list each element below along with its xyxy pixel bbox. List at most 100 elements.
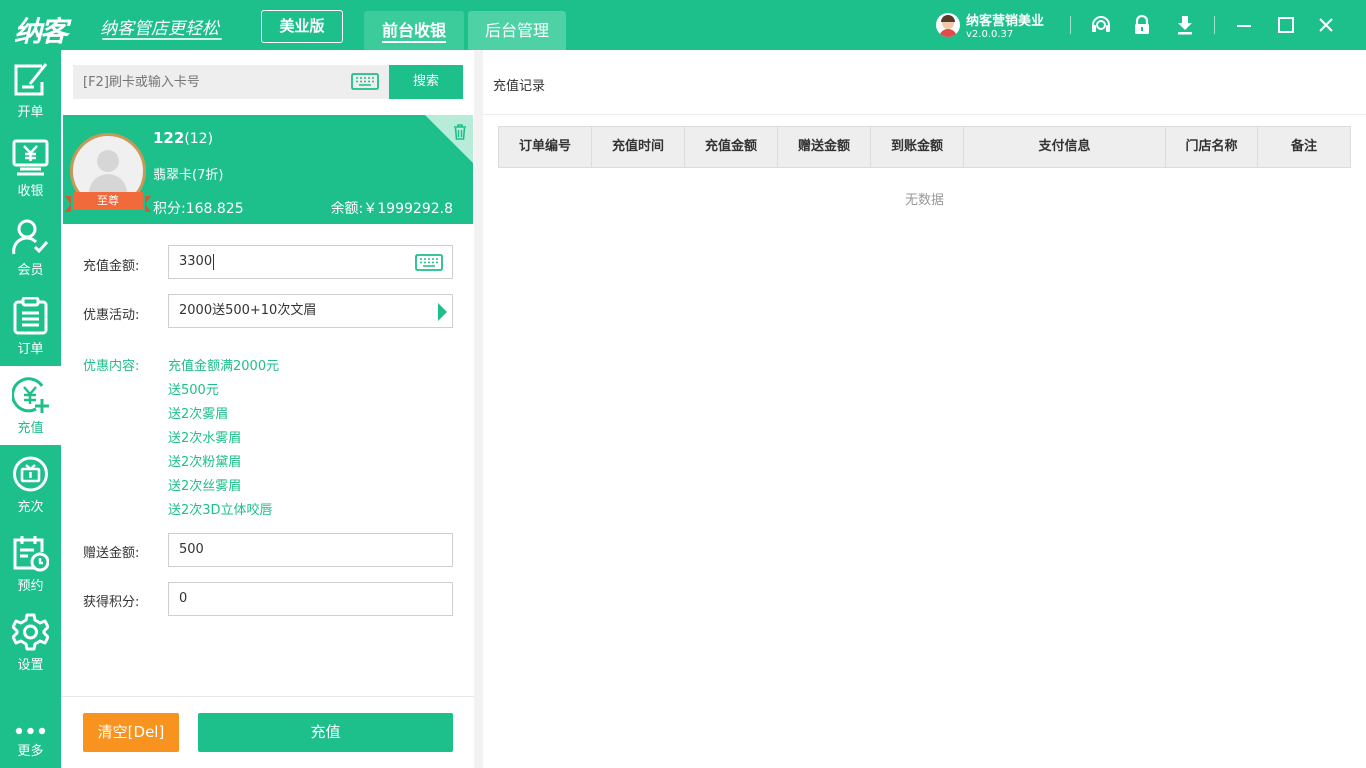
nav-item-open-order[interactable]: 开单	[0, 50, 61, 129]
promo-content-item: 充值金额满2000元	[168, 359, 280, 374]
column-header: 充值金额	[685, 127, 778, 167]
nav-item-label: 开单	[17, 105, 44, 120]
nav-item-label: 预约	[17, 579, 44, 594]
minimize-icon[interactable]	[1232, 13, 1256, 37]
promo-select[interactable]: 2000送500+10次文眉	[168, 294, 453, 328]
promo-content-item: 送2次水雾眉	[168, 431, 242, 446]
close-icon[interactable]	[1314, 13, 1338, 37]
left-nav: 开单 收银 会员 订单 充值 充次 预约 设置 更多	[0, 50, 61, 768]
bonus-label: 赠送金额:	[83, 546, 140, 561]
promo-content-item: 送2次丝雾眉	[168, 479, 242, 494]
member-name: 122(12)	[153, 129, 213, 147]
tab-back-office[interactable]: 后台管理	[468, 11, 566, 50]
user-avatar[interactable]	[936, 13, 960, 37]
search-box	[73, 65, 389, 99]
clear-button[interactable]: 清空[Del]	[83, 713, 179, 752]
top-separator	[1214, 16, 1215, 34]
promo-content-item: 送2次雾眉	[168, 407, 229, 422]
recharge-records-panel: 充值记录 订单编号 充值时间 充值金额 赠送金额 到账金额 支付信息 门店名称 …	[483, 50, 1366, 768]
promo-content-item: 送500元	[168, 383, 219, 398]
tab-front-cashier[interactable]: 前台收银	[364, 11, 464, 50]
column-header: 赠送金额	[778, 127, 871, 167]
promo-content-item: 送2次粉黛眉	[168, 455, 242, 470]
nav-item-appointment[interactable]: 预约	[0, 524, 61, 603]
maximize-icon[interactable]	[1274, 13, 1298, 37]
member-card[interactable]: 至尊 122(12) 翡翠卡(7折) 积分:168.825 余额:￥199929…	[63, 115, 473, 224]
records-table-header: 订单编号 充值时间 充值金额 赠送金额 到账金额 支付信息 门店名称 备注	[498, 126, 1351, 168]
app-version: v2.0.0.37	[966, 29, 1014, 40]
panel-divider	[474, 50, 483, 768]
column-header: 支付信息	[964, 127, 1166, 167]
amount-value: 3300	[179, 254, 213, 269]
divider	[483, 114, 1366, 115]
download-icon[interactable]	[1173, 13, 1197, 37]
column-header: 备注	[1290, 139, 1317, 154]
edit-icon	[14, 63, 48, 96]
earn-points-value: 0	[179, 591, 188, 606]
app-slogan: 纳客管店更轻松	[100, 19, 219, 39]
recharge-panel: 搜索 至尊 122(12) 翡翠卡(7折) 积分:168.825 余额:￥199…	[61, 50, 474, 768]
trash-icon[interactable]	[453, 124, 467, 140]
nav-item-label: 订单	[17, 342, 44, 357]
nav-item-label: 充次	[17, 500, 44, 515]
nav-item-orders[interactable]: 订单	[0, 287, 61, 366]
triangle-right-icon[interactable]	[438, 303, 447, 321]
nav-item-label: 收银	[17, 184, 44, 199]
user-name[interactable]: 纳客营销美业	[966, 10, 1044, 29]
card-search-input[interactable]	[73, 65, 343, 99]
nav-item-cashier[interactable]: 收银	[0, 129, 61, 208]
records-title: 充值记录	[493, 79, 546, 94]
top-bar: 纳客 纳客管店更轻松 美业版 前台收银 后台管理 纳客营销美业 v2.0.0.3…	[0, 0, 1366, 50]
empty-state: 无数据	[904, 193, 944, 208]
nav-item-recharge[interactable]: 充值	[0, 366, 61, 445]
earn-points-input[interactable]: 0	[168, 582, 453, 616]
column-header: 订单编号	[499, 127, 592, 167]
bonus-value: 500	[179, 542, 204, 557]
slogan-underline	[102, 38, 222, 40]
nav-item-label: 更多	[17, 744, 44, 759]
column-header: 到账金额	[871, 127, 964, 167]
promo-content-item: 送2次3D立体咬唇	[168, 503, 273, 518]
keyboard-icon[interactable]	[351, 73, 379, 90]
nav-item-more[interactable]: 更多	[0, 689, 61, 768]
tab-back-office-label: 后台管理	[484, 21, 549, 40]
nav-item-label: 设置	[17, 658, 44, 673]
member-points: 积分:168.825	[153, 201, 244, 217]
search-button[interactable]: 搜索	[389, 65, 463, 99]
amount-label: 充值金额:	[83, 259, 140, 274]
keyboard-icon[interactable]	[415, 254, 443, 271]
edition-badge[interactable]: 美业版	[261, 10, 343, 43]
headset-icon[interactable]	[1089, 13, 1113, 37]
active-tab-underline	[382, 41, 446, 43]
amount-input[interactable]: 3300	[168, 245, 453, 279]
cashier-icon	[12, 139, 49, 176]
earn-points-label: 获得积分:	[83, 595, 140, 610]
promo-label: 优惠活动:	[83, 308, 140, 323]
settings-icon	[12, 613, 49, 651]
app-logo: 纳客	[14, 15, 68, 48]
appointment-icon	[13, 536, 49, 572]
nav-item-member[interactable]: 会员	[0, 208, 61, 287]
lock-icon[interactable]	[1130, 13, 1154, 37]
column-header: 门店名称	[1166, 127, 1258, 167]
nav-item-count-recharge[interactable]: 充次	[0, 445, 61, 524]
promo-content-list: 充值金额满2000元 送500元 送2次雾眉 送2次水雾眉 送2次粉黛眉 送2次…	[168, 355, 279, 523]
member-level-badge: 至尊	[65, 192, 151, 212]
more-icon	[15, 727, 46, 735]
top-separator	[1070, 16, 1071, 34]
member-name-text: 122	[153, 129, 185, 147]
member-card-type: 翡翠卡(7折)	[153, 168, 224, 183]
bonus-input[interactable]: 500	[168, 533, 453, 567]
nav-item-label: 会员	[17, 263, 44, 278]
column-header: 充值时间	[592, 127, 685, 167]
recharge-icon	[12, 377, 49, 413]
promo-content-label: 优惠内容:	[83, 359, 140, 374]
recharge-button[interactable]: 充值	[198, 713, 453, 752]
nav-item-settings[interactable]: 设置	[0, 603, 61, 682]
tab-front-cashier-label: 前台收银	[381, 21, 446, 40]
count-icon	[13, 456, 48, 492]
nav-item-label: 充值	[17, 421, 44, 436]
order-icon	[13, 297, 48, 335]
member-balance: 余额:￥1999292.8	[330, 201, 453, 217]
divider	[61, 696, 474, 697]
